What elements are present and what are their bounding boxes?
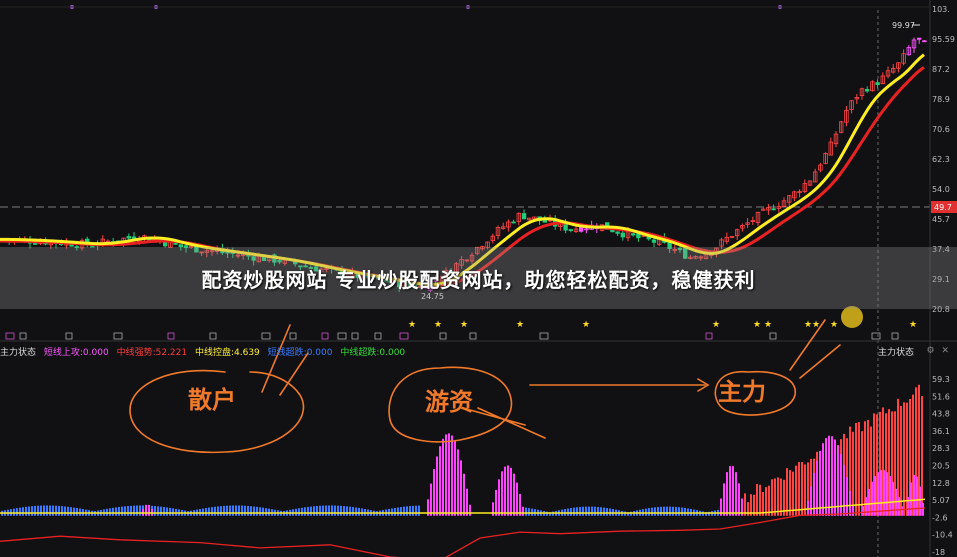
signal-box [871, 332, 881, 340]
star-marker: ★ [804, 320, 812, 330]
signal-box [337, 332, 347, 340]
candle-body [568, 229, 573, 231]
indicator-tick-label: 36.1 [932, 427, 950, 436]
signal-box [167, 332, 175, 340]
star-marker: ★ [516, 320, 524, 330]
current-price-label: 49.7 [934, 203, 952, 212]
signal-box [705, 332, 713, 340]
indicator-tick-label: 43.8 [932, 410, 950, 419]
promo-banner: 配资炒股网站 专业炒股配资网站，助您轻松配资，稳健获利 [0, 247, 957, 309]
star-marker: ★ [712, 320, 720, 330]
indicator-controls: ⚙ ✕ [923, 346, 950, 356]
signal-box [769, 332, 777, 340]
indicator-title: 主力状态 [0, 348, 37, 358]
price-tick-label: 78.9 [932, 95, 950, 104]
price-tick-label: 70.6 [932, 125, 950, 134]
indicator-panel: 59.3 51.6 43.8 36.1 28.3 20.5 12.8 5.07 -2.6 -10.… [0, 375, 953, 557]
star-marker: ★ [753, 320, 761, 330]
indicator-tick-label: 28.3 [932, 444, 950, 453]
candle-body [173, 242, 178, 245]
indicator-tick-label: -18 [932, 548, 945, 557]
legend-item-short-attack: 短线上攻:0.000 [43, 348, 109, 358]
annotation-retail: 散户 [188, 386, 236, 414]
indicator-title-right: 主力状态 [878, 348, 915, 358]
indicator-tick-label: -2.6 [932, 513, 948, 522]
candle-body [126, 236, 131, 239]
signal-box [321, 332, 329, 340]
candle-body [615, 231, 620, 234]
candle-body [771, 208, 776, 211]
signal-box [399, 332, 409, 340]
banner-text: 配资炒股网站 专业炒股配资网站，助您轻松配资，稳健获利 [201, 267, 756, 292]
star-marker: ★ [582, 320, 590, 330]
signal-marker-row: ★ ★ ★ ★ ★ ★ ★ ★ ★ ★ ★ ★ [5, 320, 917, 340]
star-marker: ★ [764, 320, 772, 330]
price-tick-label: 103. [932, 5, 950, 14]
star-marker: ★ [408, 320, 416, 330]
indicator-tick-label: 5.07 [932, 496, 950, 505]
settings-icon[interactable]: ⚙ [927, 346, 935, 356]
price-tick-label: 87.2 [932, 65, 950, 74]
indicator-tick-label: 59.3 [932, 375, 950, 384]
candle-body [917, 37, 922, 40]
star-marker: ★ [830, 320, 838, 330]
indicator-axis: 59.3 51.6 43.8 36.1 28.3 20.5 12.8 5.07 -2.6 -10.… [932, 375, 953, 557]
price-tick-label: 45.7 [932, 215, 950, 224]
indicator-tick-label: -10.4 [932, 531, 953, 540]
candle-body [620, 232, 625, 238]
candle-body [651, 239, 657, 243]
indicator-legend: 主力状态 短线上攻:0.000 中线强势:52.221 中线控盘:4.639 短… [0, 345, 900, 359]
signal-box [261, 332, 271, 340]
candle-body [33, 243, 38, 245]
legend-item-mid-strong: 中线强势:52.221 [116, 348, 188, 358]
signal-box [65, 332, 73, 340]
star-marker: ★ [460, 320, 468, 330]
legend-item-mid-control: 中线控盘:4.639 [194, 348, 260, 358]
candle-body [875, 82, 880, 86]
candle-body [865, 88, 870, 92]
legend-item-short-oversold: 短线超跌:0.000 [267, 348, 333, 358]
high-price-label: 99.97 [892, 21, 915, 30]
signal-box [19, 332, 27, 340]
candle-body [636, 233, 641, 239]
signal-box [5, 332, 15, 340]
price-tick-label: 54.0 [932, 185, 950, 194]
star-marker: ★ [909, 320, 917, 330]
signal-box [439, 332, 447, 340]
annotation-hot-money: 游资 [425, 388, 473, 416]
signal-box [539, 332, 549, 340]
cursor-dot [841, 306, 863, 328]
close-icon[interactable]: ✕ [941, 346, 949, 356]
star-marker: ★ [434, 320, 442, 330]
candle-body [922, 40, 927, 43]
price-tick-label: 62.3 [932, 155, 950, 164]
candle-body [631, 233, 636, 236]
candle-body [511, 221, 516, 224]
signal-box [113, 332, 123, 340]
annotation-main-force: 主力 [718, 378, 766, 406]
indicator-tick-label: 51.6 [932, 392, 950, 401]
signal-box [469, 332, 477, 340]
indicator-tick-label: 20.5 [932, 462, 950, 471]
signal-box [289, 332, 297, 340]
candle-body [521, 213, 527, 220]
signal-box [351, 332, 359, 340]
indicator-tick-label: 12.8 [932, 479, 950, 488]
signal-box [374, 332, 382, 340]
signal-box [209, 332, 217, 340]
price-tick-label: 95.59 [932, 35, 955, 44]
legend-item-mid-oversold: 中线超跌:0.000 [340, 348, 406, 358]
signal-box [891, 332, 899, 340]
